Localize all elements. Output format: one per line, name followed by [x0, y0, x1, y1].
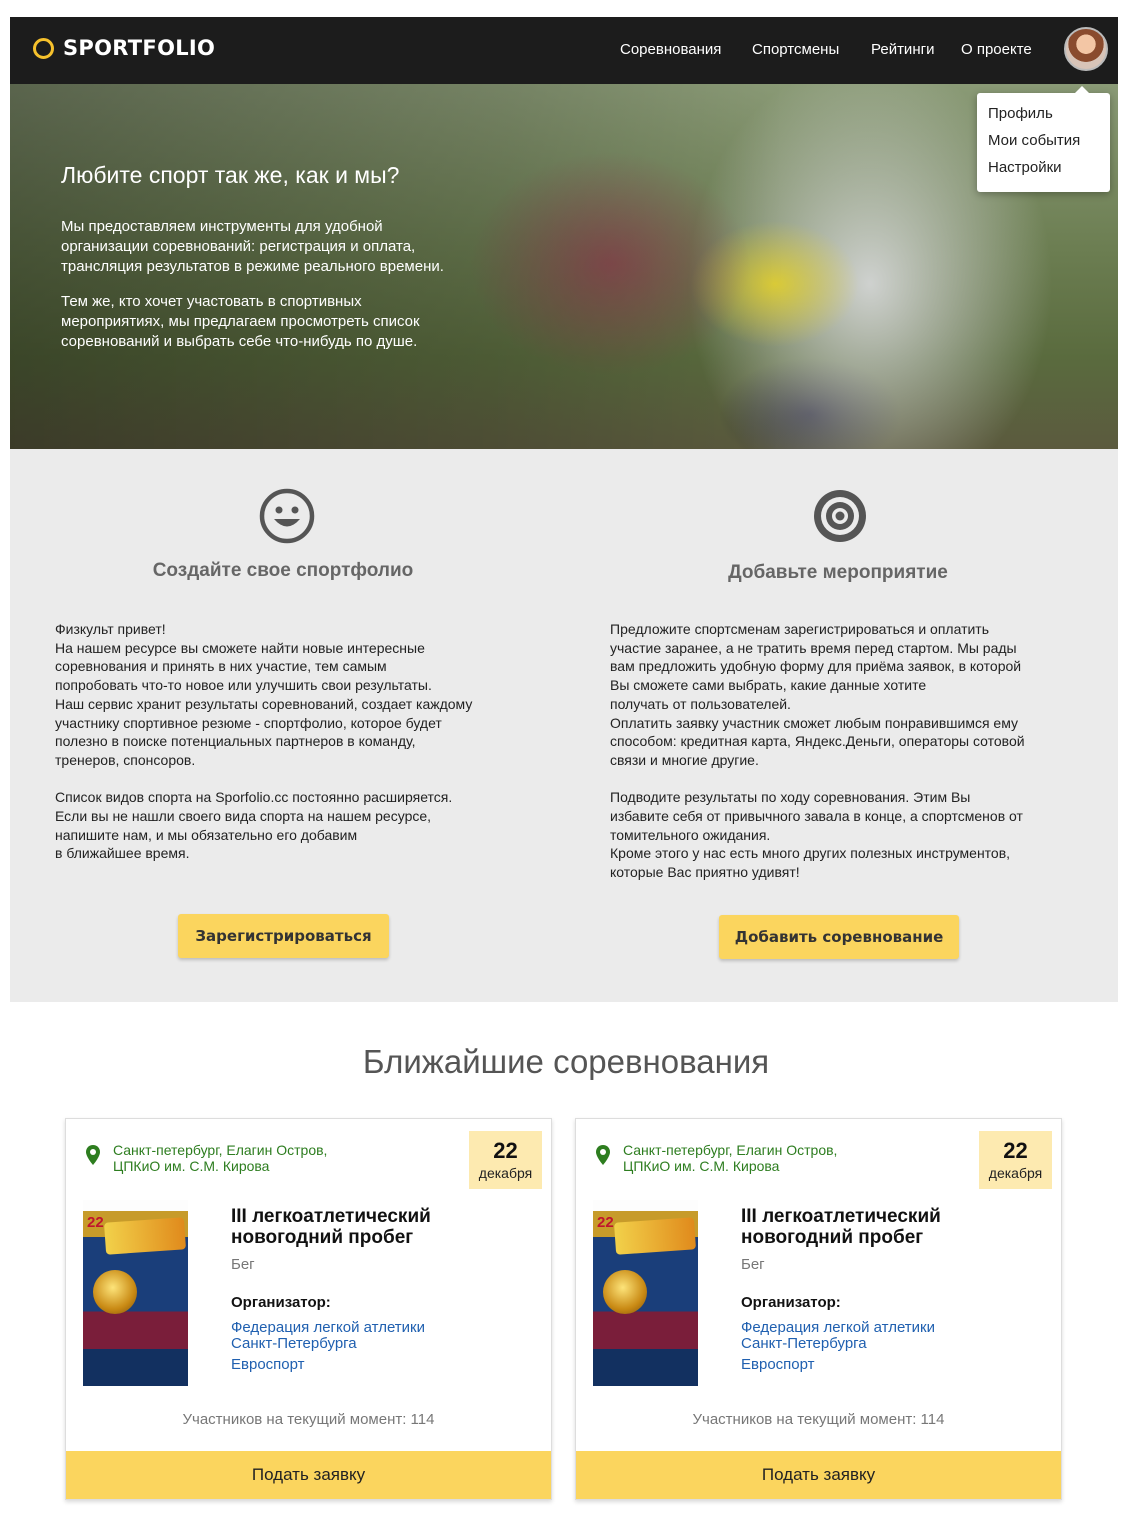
register-button[interactable]: Зарегистрироваться	[178, 914, 389, 958]
poster-caption-decoration	[613, 1217, 697, 1255]
participants-count: Участников на текущий момент: 114	[182, 1411, 435, 1428]
user-avatar[interactable]	[1064, 27, 1108, 71]
poster-day: 22	[87, 1214, 104, 1231]
competition-card: Санкт-петербург, Елагин Остров, ЦПКиО им…	[575, 1118, 1062, 1500]
date-day: 22	[493, 1138, 518, 1163]
nav-item-about[interactable]: О проекте	[961, 41, 1032, 58]
organizer-link-federation[interactable]: Федерация легкой атлетики Санкт-Петербур…	[231, 1320, 425, 1352]
feature-text-portfolio: Физкульт привет! На нашем ресурсе вы смо…	[55, 621, 473, 862]
competition-location[interactable]: Санкт-петербург, Елагин Остров, ЦПКиО им…	[623, 1142, 913, 1174]
hero-title: Любите спорт так же, как и мы?	[61, 162, 400, 188]
competition-card: Санкт-петербург, Елагин Остров, ЦПКиО им…	[65, 1118, 552, 1500]
date-month: декабря	[988, 1165, 1043, 1181]
logo[interactable]: SPORTFOLIO	[33, 36, 215, 60]
location-pin-icon	[86, 1145, 100, 1165]
event-sport: Бег	[741, 1256, 765, 1273]
poster-caption-decoration	[103, 1217, 187, 1255]
competition-location[interactable]: Санкт-петербург, Елагин Остров, ЦПКиО им…	[113, 1142, 403, 1174]
bell-decoration	[603, 1270, 647, 1314]
logo-ring-icon	[33, 37, 54, 59]
apply-button[interactable]: Подать заявку	[576, 1451, 1061, 1499]
participants-count: Участников на текущий момент: 114	[692, 1411, 945, 1428]
features-section: Создайте свое спортфолио Физкульт привет…	[10, 449, 1118, 1002]
nav-item-competitions[interactable]: Соревнования	[620, 41, 721, 58]
feature-title-event: Добавьте мероприятие	[728, 562, 948, 583]
nav-item-ratings[interactable]: Рейтинги	[871, 41, 934, 58]
menu-item-my-events[interactable]: Мои события	[988, 132, 1080, 149]
hero-paragraph-1: Мы предоставляем инструменты для удобной…	[61, 218, 444, 275]
hero-banner: Любите спорт так же, как и мы? Мы предос…	[10, 84, 1118, 449]
organizer-link-eurosport[interactable]: Евроспорт	[741, 1357, 815, 1373]
date-month: декабря	[478, 1165, 533, 1181]
upcoming-title: Ближайшие соревнования	[362, 1043, 770, 1080]
hero-paragraph-2: Тем же, кто хочет участовать в спортивны…	[61, 293, 420, 350]
feature-title-portfolio: Создайте свое спортфолио	[152, 560, 414, 581]
smiley-icon	[259, 488, 315, 544]
apply-button[interactable]: Подать заявку	[66, 1451, 551, 1499]
bell-decoration	[93, 1270, 137, 1314]
nav-item-athletes[interactable]: Спортсмены	[752, 41, 839, 58]
event-poster-image[interactable]: 22	[593, 1200, 698, 1386]
feature-text-event: Предложите спортсменам зарегистрироватьс…	[610, 621, 1025, 881]
menu-item-profile[interactable]: Профиль	[988, 105, 1053, 122]
event-title[interactable]: III легкоатлетический новогодний пробег	[741, 1206, 981, 1248]
location-pin-icon	[596, 1145, 610, 1165]
organizer-link-federation[interactable]: Федерация легкой атлетики Санкт-Петербур…	[741, 1320, 935, 1352]
date-day: 22	[1003, 1138, 1028, 1163]
top-navbar: SPORTFOLIO Соревнования Спортсмены Рейти…	[10, 17, 1118, 84]
event-poster-image[interactable]: 22	[83, 1200, 188, 1386]
date-badge: 22 декабря	[979, 1131, 1052, 1189]
event-title[interactable]: III легкоатлетический новогодний пробег	[231, 1206, 471, 1248]
date-badge: 22 декабря	[469, 1131, 542, 1189]
user-dropdown-menu: Профиль Мои события Настройки	[977, 86, 1110, 192]
add-competition-button[interactable]: Добавить соревнование	[719, 915, 959, 959]
target-icon	[814, 490, 866, 542]
organizer-link-eurosport[interactable]: Евроспорт	[231, 1357, 305, 1373]
poster-day: 22	[597, 1214, 614, 1231]
logo-text: SPORTFOLIO	[63, 36, 216, 60]
organizer-label: Организатор:	[231, 1294, 331, 1311]
menu-item-settings[interactable]: Настройки	[988, 159, 1062, 176]
event-sport: Бег	[231, 1256, 255, 1273]
organizer-label: Организатор:	[741, 1294, 841, 1311]
